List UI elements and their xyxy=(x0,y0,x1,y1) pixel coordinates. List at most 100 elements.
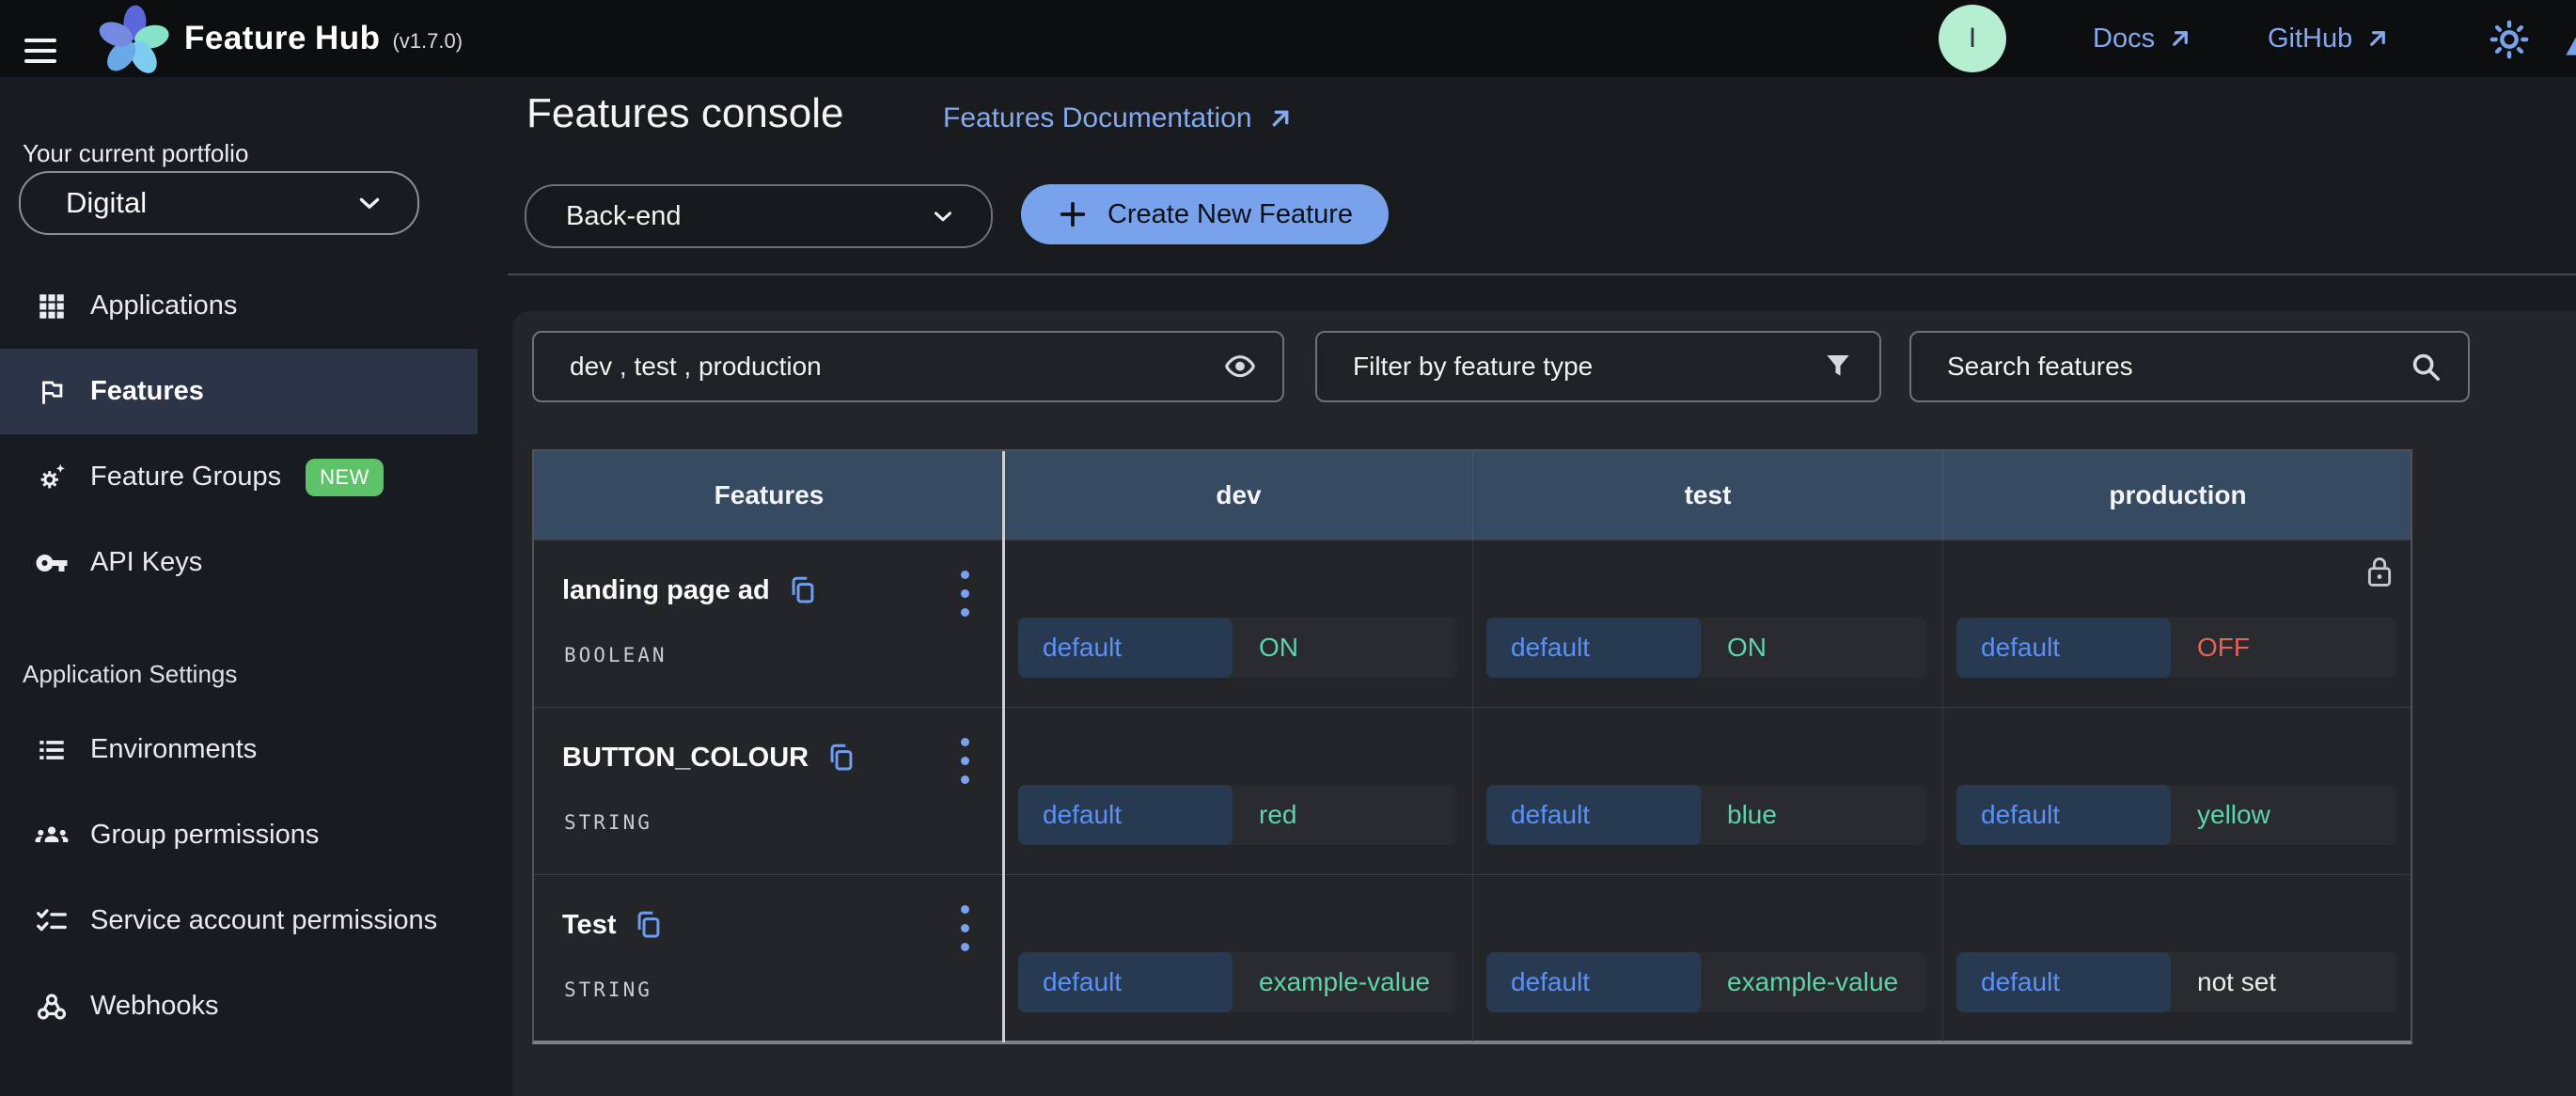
filter-funnel-icon[interactable] xyxy=(1821,350,1855,384)
feature-type-placeholder: Filter by feature type xyxy=(1353,352,1821,382)
value-cell-dev: default example-value xyxy=(1004,875,1472,1041)
user-avatar[interactable]: I xyxy=(1939,5,2006,72)
copy-icon[interactable] xyxy=(825,742,857,774)
column-header-dev[interactable]: dev xyxy=(1004,451,1472,540)
search-features-input[interactable]: Search features xyxy=(1909,331,2470,402)
kebab-menu-icon[interactable] xyxy=(946,732,983,789)
brand-first: Feature xyxy=(184,20,306,57)
strategy-chip[interactable]: default xyxy=(1956,785,2171,845)
sidebar-nav-settings: Environments Group permissions Service a… xyxy=(0,707,478,1049)
feature-type-label: STRING xyxy=(564,811,652,834)
people-group-icon xyxy=(34,818,70,853)
header-divider xyxy=(508,274,2576,275)
feature-value: blue xyxy=(1727,800,1777,830)
column-header-production[interactable]: production xyxy=(1942,451,2412,540)
key-icon xyxy=(34,545,70,581)
strategy-chip[interactable]: default xyxy=(1486,785,1701,845)
environments-value: dev , test , production xyxy=(570,352,1222,382)
features-documentation-link[interactable]: Features Documentation xyxy=(943,102,1296,134)
feature-value-pill[interactable]: default OFF xyxy=(1956,618,2396,678)
lock-icon[interactable] xyxy=(2364,554,2395,596)
kebab-menu-icon[interactable] xyxy=(946,900,983,956)
sidebar-item-environments[interactable]: Environments xyxy=(0,707,478,792)
copy-icon[interactable] xyxy=(633,909,665,941)
value-cell-production: default not set xyxy=(1942,875,2412,1041)
eye-icon[interactable] xyxy=(1222,349,1258,384)
value-cell-production: default yellow xyxy=(1942,708,2412,874)
search-icon[interactable] xyxy=(2408,349,2443,384)
feature-name-cell: landing page ad BOOLEAN xyxy=(534,540,1004,707)
avatar-letter: I xyxy=(1969,23,1976,55)
sidebar-item-feature-groups[interactable]: Feature Groups NEW xyxy=(0,434,478,520)
chevron-down-icon xyxy=(929,202,957,230)
feature-value-pill[interactable]: default example-value xyxy=(1018,952,1456,1012)
sidebar: Your current portfolio Digital Applicati… xyxy=(0,77,478,1096)
copy-icon[interactable] xyxy=(787,574,819,606)
new-badge: NEW xyxy=(306,459,384,496)
checklist-icon xyxy=(34,903,70,939)
featurehub-logo-icon xyxy=(98,4,169,75)
sidebar-item-group-permissions[interactable]: Group permissions xyxy=(0,792,478,878)
application-settings-label: Application Settings xyxy=(23,660,237,689)
feature-type-label: BOOLEAN xyxy=(564,644,668,666)
plus-icon xyxy=(1057,198,1089,230)
docs-link[interactable]: Docs xyxy=(2093,0,2194,77)
light-mode-sun-icon[interactable] xyxy=(2488,18,2531,61)
table-row: Test STRING default example-value defaul… xyxy=(534,874,2411,1041)
strategy-chip[interactable]: default xyxy=(1956,952,2171,1012)
feature-name-cell: BUTTON_COLOUR STRING xyxy=(534,708,1004,874)
feature-name: BUTTON_COLOUR xyxy=(562,743,809,774)
feature-value-pill[interactable]: default ON xyxy=(1018,618,1456,678)
value-cell-production: default OFF xyxy=(1942,540,2412,707)
feature-value-pill[interactable]: default red xyxy=(1018,785,1456,845)
sidebar-item-api-keys[interactable]: API Keys xyxy=(0,520,478,605)
features-table: Features dev test production landing pag… xyxy=(532,449,2412,1044)
feature-value: ON xyxy=(1259,633,1298,663)
table-header-row: Features dev test production xyxy=(534,451,2411,540)
feature-value: example-value xyxy=(1727,967,1898,997)
table-row: BUTTON_COLOUR STRING default red default… xyxy=(534,707,2411,874)
sidebar-nav-application: Applications Features Feature Groups NEW xyxy=(0,263,478,605)
grid-icon xyxy=(34,289,70,324)
sidebar-item-applications[interactable]: Applications xyxy=(0,263,478,349)
column-header-test[interactable]: test xyxy=(1472,451,1942,540)
strategy-chip[interactable]: default xyxy=(1486,952,1701,1012)
feature-name: Test xyxy=(562,910,616,941)
strategy-chip[interactable]: default xyxy=(1956,618,2171,678)
feature-value-pill[interactable]: default ON xyxy=(1486,618,1926,678)
feature-value: yellow xyxy=(2197,800,2270,830)
column-header-features[interactable]: Features xyxy=(534,451,1004,540)
feature-value-pill[interactable]: default not set xyxy=(1956,952,2396,1012)
portfolio-label: Your current portfolio xyxy=(23,139,248,168)
strategy-chip[interactable]: default xyxy=(1486,618,1701,678)
webhook-icon xyxy=(34,989,70,1025)
sidebar-item-service-account-permissions[interactable]: Service account permissions xyxy=(0,878,478,963)
feature-name: landing page ad xyxy=(562,575,770,606)
clipped-edge-icon[interactable] xyxy=(2559,21,2576,62)
search-placeholder: Search features xyxy=(1947,352,2408,382)
portfolio-value: Digital xyxy=(66,186,353,220)
portfolio-select[interactable]: Digital xyxy=(19,171,419,235)
feature-value-pill[interactable]: default blue xyxy=(1486,785,1926,845)
strategy-chip[interactable]: default xyxy=(1018,618,1233,678)
frozen-column-divider[interactable] xyxy=(1002,451,1005,1042)
strategy-chip[interactable]: default xyxy=(1018,952,1233,1012)
sidebar-item-webhooks[interactable]: Webhooks xyxy=(0,963,478,1049)
environments-input[interactable]: dev , test , production xyxy=(532,331,1284,402)
feature-value-pill[interactable]: default example-value xyxy=(1486,952,1926,1012)
menu-icon[interactable] xyxy=(24,39,56,63)
brand-title: Feature Hub (v1.7.0) xyxy=(184,0,463,77)
kebab-menu-icon[interactable] xyxy=(946,565,983,621)
application-select[interactable]: Back-end xyxy=(525,184,993,248)
sidebar-item-features[interactable]: Features xyxy=(0,349,478,434)
feature-value: ON xyxy=(1727,633,1767,663)
chevron-down-icon xyxy=(353,187,385,219)
github-link[interactable]: GitHub xyxy=(2268,0,2392,77)
feature-type-filter[interactable]: Filter by feature type xyxy=(1315,331,1881,402)
feature-value: example-value xyxy=(1259,967,1430,997)
version-label: (v1.7.0) xyxy=(392,29,463,54)
page-title: Features console xyxy=(526,90,844,137)
create-new-feature-button[interactable]: Create New Feature xyxy=(1021,184,1389,244)
feature-value-pill[interactable]: default yellow xyxy=(1956,785,2396,845)
strategy-chip[interactable]: default xyxy=(1018,785,1233,845)
